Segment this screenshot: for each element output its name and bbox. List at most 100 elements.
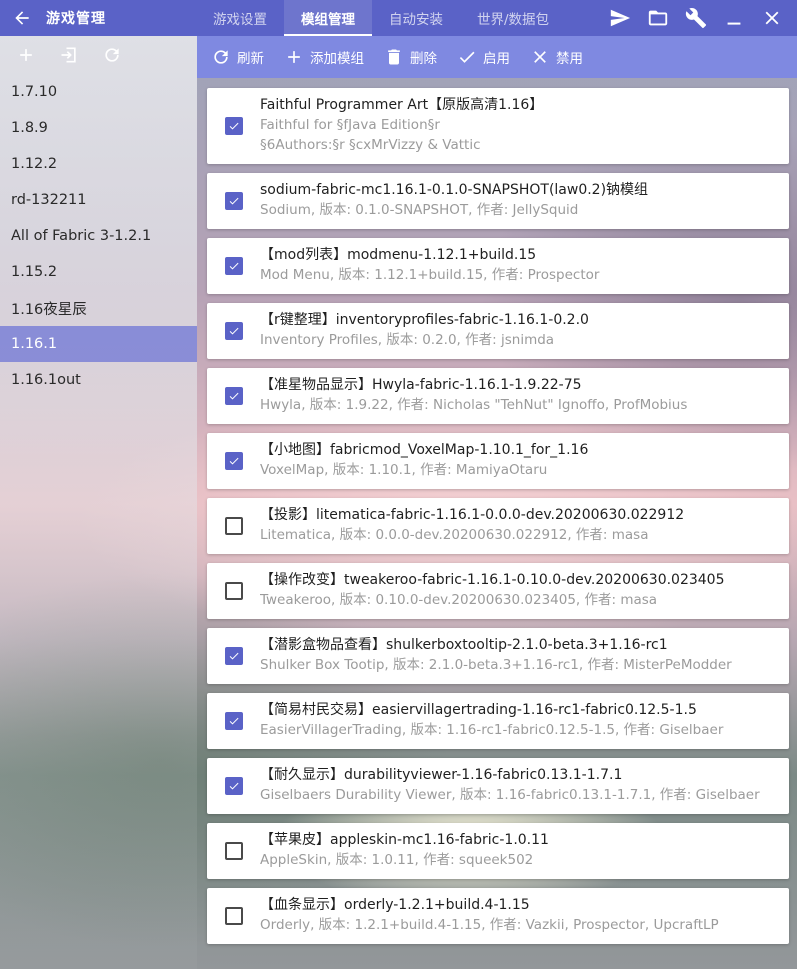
version-item[interactable]: 1.7.10 [0, 74, 197, 110]
folder-icon [648, 10, 668, 26]
mod-description: Inventory Profiles, 版本: 0.2.0, 作者: jsnim… [260, 332, 555, 348]
mod-checkbox-checked[interactable] [225, 452, 243, 470]
check-icon [229, 782, 239, 790]
mod-item[interactable]: 【耐久显示】durabilityviewer-1.16-fabric0.13.1… [207, 758, 789, 814]
mod-title: 【投影】litematica-fabric-1.16.1-0.0.0-dev.2… [260, 507, 685, 523]
tab-worlds-datapacks[interactable]: 世界/数据包 [460, 0, 566, 36]
mod-description: Giselbaers Durability Viewer, 版本: 1.16-f… [260, 787, 760, 803]
refresh-versions-button[interactable] [90, 37, 133, 73]
mod-text: 【r键整理】inventoryprofiles-fabric-1.16.1-0.… [260, 311, 783, 350]
refresh-icon [214, 50, 228, 64]
check-icon [229, 122, 239, 130]
mod-text: 【小地图】fabricmod_VoxelMap-1.10.1_for_1.16 … [260, 441, 783, 480]
mod-item[interactable]: 【简易村民交易】easiervillagertrading-1.16-rc1-f… [207, 693, 789, 749]
mod-text: 【血条显示】orderly-1.2.1+build.4-1.15 Orderly… [260, 896, 783, 935]
mod-item[interactable]: Faithful Programmer Art【原版高清1.16】 Faithf… [207, 88, 789, 164]
check-icon [229, 717, 239, 725]
disable-button[interactable]: 禁用 [524, 36, 593, 78]
wrench-icon [685, 8, 707, 29]
send-icon [610, 9, 631, 27]
mod-text: 【耐久显示】durabilityviewer-1.16-fabric0.13.1… [260, 766, 783, 805]
mod-item[interactable]: 【苹果皮】appleskin-mc1.16-fabric-1.0.11 Appl… [207, 823, 789, 879]
tab-auto-install[interactable]: 自动安装 [372, 0, 460, 36]
check-icon [229, 652, 239, 660]
mod-checkbox-checked[interactable] [225, 387, 243, 405]
mod-checkbox[interactable] [225, 842, 243, 860]
mod-description: Mod Menu, 版本: 1.12.1+build.15, 作者: Prosp… [260, 267, 600, 283]
mod-text: sodium-fabric-mc1.16.1-0.1.0-SNAPSHOT(la… [260, 181, 783, 220]
tab-mod-management[interactable]: 模组管理 [284, 0, 372, 36]
mod-item[interactable]: 【准星物品显示】Hwyla-fabric-1.16.1-1.9.22-75 Hw… [207, 368, 789, 424]
version-item[interactable]: rd-132211 [0, 182, 197, 218]
mod-title: 【苹果皮】appleskin-mc1.16-fabric-1.0.11 [260, 832, 549, 848]
mod-checkbox-checked[interactable] [225, 192, 243, 210]
refresh-label: 刷新 [237, 51, 264, 67]
minimize-button[interactable] [715, 0, 753, 36]
add-version-button[interactable] [4, 37, 47, 73]
mod-checkbox-checked[interactable] [225, 647, 243, 665]
mod-description: Hwyla, 版本: 1.9.22, 作者: Nicholas "TehNut"… [260, 397, 688, 413]
send-button[interactable] [601, 0, 639, 36]
mod-item[interactable]: sodium-fabric-mc1.16.1-0.1.0-SNAPSHOT(la… [207, 173, 789, 229]
enable-button[interactable]: 启用 [451, 36, 520, 78]
mod-text: Faithful Programmer Art【原版高清1.16】 Faithf… [260, 96, 783, 155]
mod-title: 【mod列表】modmenu-1.12.1+build.15 [260, 247, 537, 263]
close-icon [765, 11, 779, 25]
version-item[interactable]: 1.12.2 [0, 146, 197, 182]
mod-checkbox[interactable] [225, 582, 243, 600]
mod-checkbox-checked[interactable] [225, 322, 243, 340]
mod-authors: §6Authors:§r §cxMrVizzy & Vattic [260, 137, 481, 153]
mod-title: 【简易村民交易】easiervillagertrading-1.16-rc1-f… [260, 702, 697, 718]
version-item[interactable]: 1.16.1out [0, 362, 197, 398]
mod-item[interactable]: 【投影】litematica-fabric-1.16.1-0.0.0-dev.2… [207, 498, 789, 554]
add-mod-button[interactable]: 添加模组 [278, 36, 374, 78]
version-item[interactable]: 1.16夜星辰 [0, 290, 197, 326]
mod-title: sodium-fabric-mc1.16.1-0.1.0-SNAPSHOT(la… [260, 182, 649, 198]
mod-text: 【简易村民交易】easiervillagertrading-1.16-rc1-f… [260, 701, 783, 740]
refresh-button[interactable]: 刷新 [205, 36, 274, 78]
version-item[interactable]: 1.8.9 [0, 110, 197, 146]
mod-checkbox-checked[interactable] [225, 257, 243, 275]
mod-checkbox[interactable] [225, 517, 243, 535]
mod-title: 【血条显示】orderly-1.2.1+build.4-1.15 [260, 897, 530, 913]
mod-description: VoxelMap, 版本: 1.10.1, 作者: MamiyaOtaru [260, 462, 548, 478]
mod-item[interactable]: 【小地图】fabricmod_VoxelMap-1.10.1_for_1.16 … [207, 433, 789, 489]
check-icon [229, 392, 239, 400]
tools-button[interactable] [677, 0, 715, 36]
version-item[interactable]: All of Fabric 3-1.2.1 [0, 218, 197, 254]
version-item[interactable]: 1.15.2 [0, 254, 197, 290]
delete-button[interactable]: 删除 [378, 36, 447, 78]
mod-toolbar: 刷新 添加模组 删除 启用 禁用 [197, 36, 797, 78]
version-sidebar: 1.7.10 1.8.9 1.12.2 rd-132211 All of Fab… [0, 36, 197, 969]
version-item-selected[interactable]: 1.16.1 [0, 326, 197, 362]
back-button[interactable] [4, 0, 40, 36]
open-folder-button[interactable] [639, 0, 677, 36]
mod-description: Litematica, 版本: 0.0.0-dev.20200630.02291… [260, 527, 649, 543]
check-icon [229, 197, 239, 205]
close-button[interactable] [753, 0, 791, 36]
mod-item[interactable]: 【mod列表】modmenu-1.12.1+build.15 Mod Menu,… [207, 238, 789, 294]
mod-item[interactable]: 【操作改变】tweakeroo-fabric-1.16.1-0.10.0-dev… [207, 563, 789, 619]
mod-description: AppleSkin, 版本: 1.0.11, 作者: squeek502 [260, 852, 534, 868]
mod-checkbox[interactable] [225, 907, 243, 925]
mod-checkbox-checked[interactable] [225, 117, 243, 135]
window-title: 游戏管理 [46, 11, 106, 27]
mod-title: 【操作改变】tweakeroo-fabric-1.16.1-0.10.0-dev… [260, 572, 725, 588]
tab-game-settings[interactable]: 游戏设置 [197, 0, 284, 36]
mod-item[interactable]: 【r键整理】inventoryprofiles-fabric-1.16.1-0.… [207, 303, 789, 359]
mod-item[interactable]: 【潜影盒物品查看】shulkerboxtooltip-2.1.0-beta.3+… [207, 628, 789, 684]
import-icon [61, 47, 76, 63]
mod-checkbox-checked[interactable] [225, 712, 243, 730]
refresh-icon [104, 48, 119, 62]
disable-label: 禁用 [556, 51, 583, 67]
mod-item[interactable]: 【血条显示】orderly-1.2.1+build.4-1.15 Orderly… [207, 888, 789, 944]
import-version-button[interactable] [47, 37, 90, 73]
check-icon [459, 51, 475, 63]
mod-checkbox-checked[interactable] [225, 777, 243, 795]
trash-icon [388, 49, 400, 65]
mod-text: 【准星物品显示】Hwyla-fabric-1.16.1-1.9.22-75 Hw… [260, 376, 783, 415]
mod-description: Shulker Box Tootip, 版本: 2.1.0-beta.3+1.1… [260, 657, 732, 673]
mod-title: 【r键整理】inventoryprofiles-fabric-1.16.1-0.… [260, 312, 589, 328]
plus-icon [288, 51, 300, 63]
mod-title: Faithful Programmer Art【原版高清1.16】 [260, 97, 544, 113]
